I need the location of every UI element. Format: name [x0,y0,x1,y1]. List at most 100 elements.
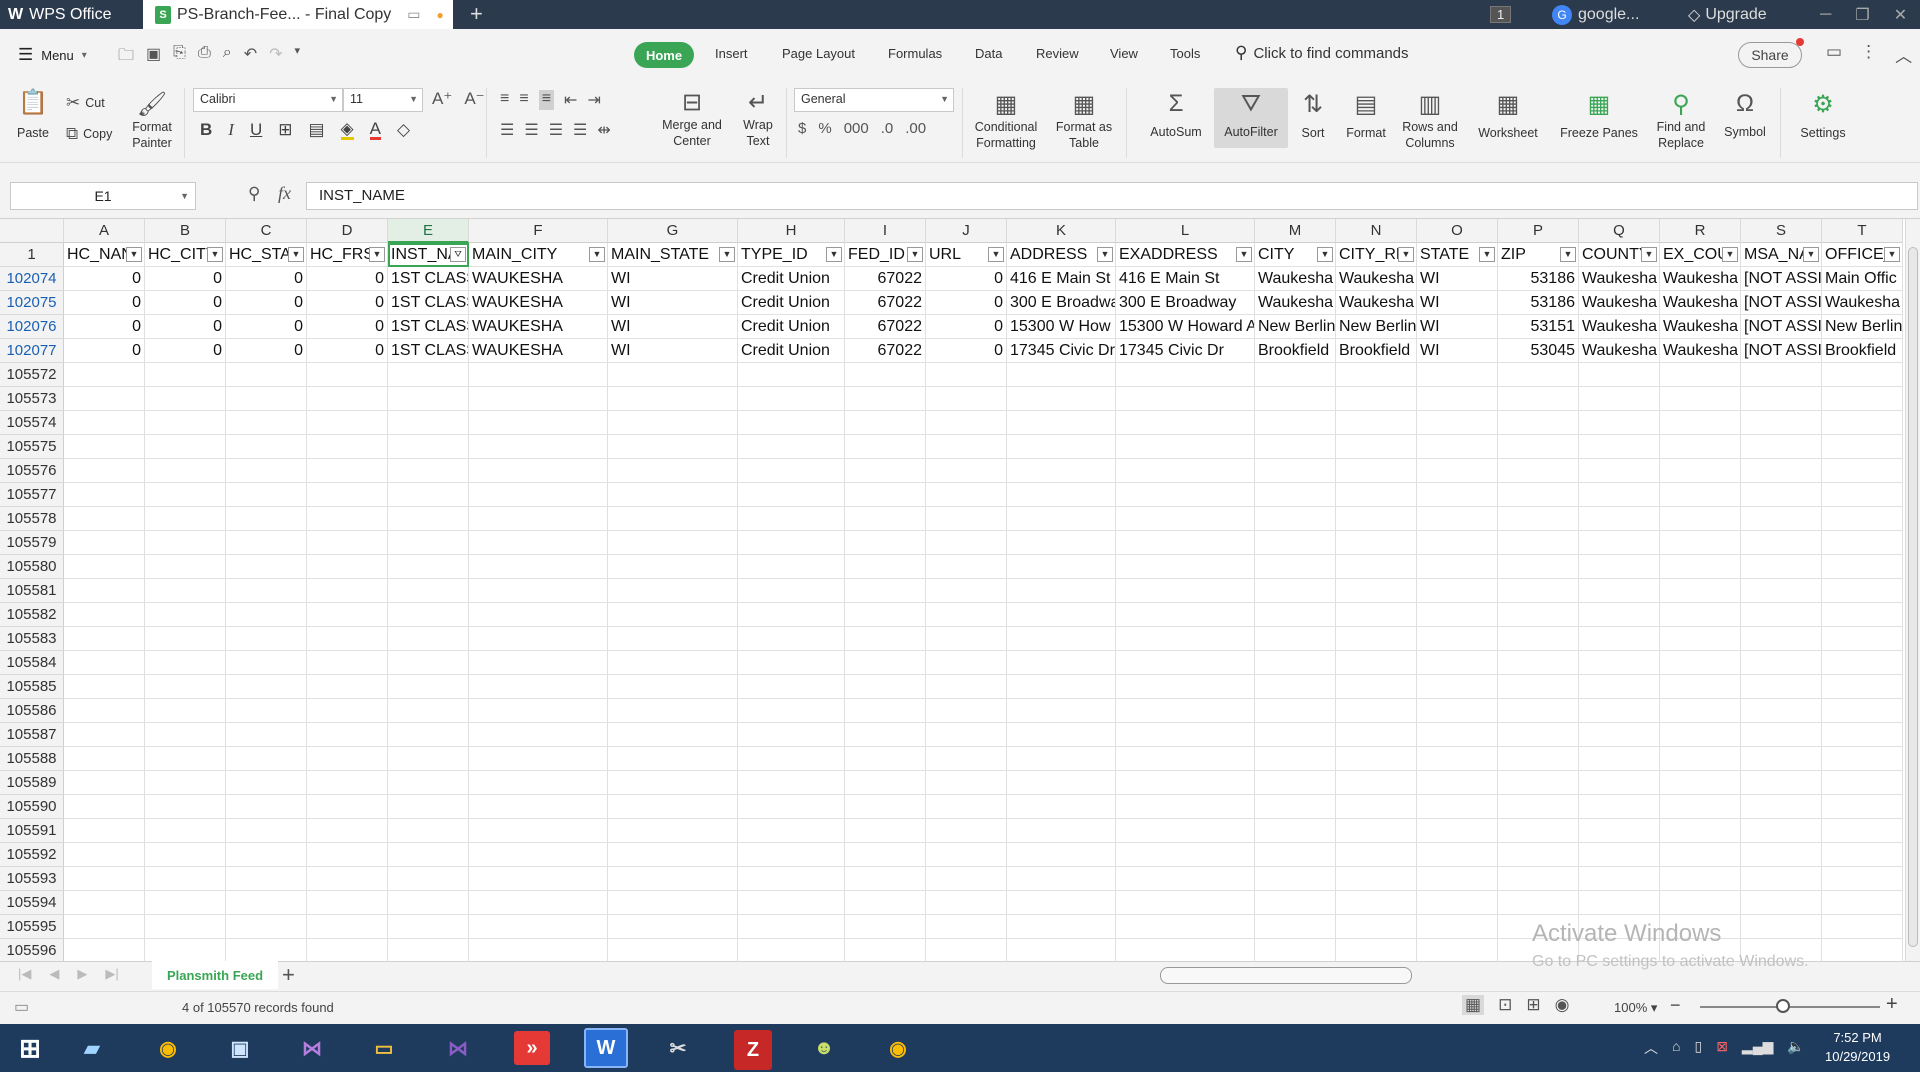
table-cell[interactable]: 0 [145,339,226,363]
header-cell[interactable]: EXADDRESS ▼ [1116,243,1255,267]
empty-row[interactable] [64,747,1903,771]
table-cell[interactable]: Waukesha [1660,315,1741,339]
empty-row[interactable] [64,579,1903,603]
empty-row[interactable] [64,531,1903,555]
table-cell[interactable]: 15300 W Howard A [1116,315,1255,339]
align-right-icon[interactable]: ☰ [549,120,563,140]
header-cell[interactable]: HC_FRS ▼ [307,243,388,267]
empty-row[interactable] [64,867,1903,891]
row-header[interactable]: 105580 [0,555,64,579]
table-cell[interactable]: 0 [926,291,1007,315]
account-button[interactable]: G google... [1552,0,1639,29]
print-preview-icon[interactable]: ⌕ [223,44,232,71]
document-tab[interactable]: S PS-Branch-Fee... - Final Copy ▭ ● [143,0,453,29]
table-cell[interactable]: Waukesha [1336,267,1417,291]
name-box[interactable]: E1 ▼ [10,182,196,210]
row-header[interactable]: 105574 [0,411,64,435]
merge-center-button[interactable]: ⊟ Merge and Center [656,88,728,149]
align-middle-icon[interactable]: ≡ [519,90,528,110]
spreadsheet-grid[interactable]: A B C D E F G H I J K L M N O P Q R S T 1 HC_NAN ▼ HC_CITY ▼ HC_S… [0,219,1905,961]
empty-row[interactable] [64,363,1903,387]
network-drive-icon[interactable]: ⌂ [1672,1038,1680,1058]
table-cell[interactable]: WI [608,267,738,291]
row-header[interactable]: 105584 [0,651,64,675]
vertical-scroll-thumb[interactable] [1908,247,1918,947]
row-header[interactable]: 102077 [0,339,64,363]
decrease-decimal-icon[interactable]: .00 [905,120,926,137]
align-bottom-icon[interactable]: ≡ [538,90,555,110]
clear-icon[interactable]: ◇ [397,120,410,140]
filter-dropdown-icon[interactable]: ▼ [207,247,223,262]
number-format-select[interactable]: General ▼ [794,88,954,112]
wps-writer-icon[interactable]: W [584,1028,628,1068]
redo-icon[interactable]: ↷ [269,44,282,71]
table-cell[interactable]: New Berlin [1822,315,1903,339]
table-cell[interactable]: 0 [64,315,145,339]
cell-fill-icon[interactable]: ▤ [308,120,324,140]
bold-icon[interactable]: B [200,120,212,140]
table-cell[interactable]: Brookfield [1255,339,1336,363]
table-cell[interactable]: 0 [226,291,307,315]
zoom-out-button[interactable]: − [1670,995,1681,1016]
header-cell[interactable]: HC_NAN ▼ [64,243,145,267]
empty-row[interactable] [64,483,1903,507]
first-sheet-icon[interactable]: |◀ [18,966,31,982]
settings-button[interactable]: ⚙ Settings [1790,90,1856,141]
table-cell[interactable]: WAUKESHA [469,291,608,315]
row-header[interactable]: 102074 [0,267,64,291]
percent-icon[interactable]: % [818,120,831,137]
remote-desktop-icon[interactable]: ▣ [218,1028,262,1068]
zoom-slider[interactable] [1700,1006,1880,1008]
next-sheet-icon[interactable]: ▶ [77,966,87,982]
table-cell[interactable]: 17345 Civic Dr [1007,339,1116,363]
table-cell[interactable]: 15300 W How [1007,315,1116,339]
file-explorer-icon[interactable]: ▭ [362,1028,406,1068]
table-cell[interactable]: 53151 [1498,315,1579,339]
header-cell[interactable]: HC_CITY ▼ [145,243,226,267]
table-cell[interactable]: Waukesha [1579,315,1660,339]
header-cell[interactable]: STATE ▼ [1417,243,1498,267]
align-left-icon[interactable]: ☰ [500,120,514,140]
table-cell[interactable]: 67022 [845,267,926,291]
filter-dropdown-icon[interactable]: ▼ [1398,247,1414,262]
symbol-button[interactable]: Ω Symbol [1716,90,1774,140]
header-cell[interactable]: FED_ID ▼ [845,243,926,267]
underline-icon[interactable]: U [250,120,262,140]
row-header[interactable]: 1 [0,243,64,267]
paste-button[interactable]: 📋 Paste [10,88,56,141]
table-cell[interactable]: 0 [145,267,226,291]
column-header-e[interactable]: E [388,219,469,243]
row-header[interactable]: 105596 [0,939,64,961]
table-cell[interactable]: 1ST CLASS [388,291,469,315]
empty-row[interactable] [64,723,1903,747]
table-cell[interactable]: Waukesha [1579,339,1660,363]
empty-row[interactable] [64,603,1903,627]
table-cell[interactable]: 416 E Main St [1116,267,1255,291]
command-search[interactable]: ⚲ Click to find commands [1235,43,1409,63]
empty-row[interactable] [64,795,1903,819]
chrome-icon[interactable]: ◉ [146,1028,190,1068]
zoom-slider-thumb[interactable] [1776,999,1790,1013]
header-cell[interactable]: TYPE_ID ▼ [738,243,845,267]
row-header[interactable]: 105576 [0,459,64,483]
borders-icon[interactable]: ⊞ [278,120,292,140]
row-header[interactable]: 105578 [0,507,64,531]
empty-row[interactable] [64,699,1903,723]
undo-icon[interactable]: ↶ [244,44,257,71]
table-cell[interactable]: 53186 [1498,267,1579,291]
table-cell[interactable]: 0 [145,315,226,339]
row-header[interactable]: 105590 [0,795,64,819]
empty-row[interactable] [64,891,1903,915]
tab-count-badge[interactable]: 1 [1490,0,1512,29]
cut-button[interactable]: ✂ Cut [66,93,105,113]
vertical-scrollbar[interactable] [1905,219,1920,961]
header-cell[interactable]: MAIN_CITY ▼ [469,243,608,267]
row-header[interactable]: 105575 [0,435,64,459]
find-replace-button[interactable]: ⚲ Find and Replace [1648,90,1714,151]
windows-start-icon[interactable]: ⊞ [8,1028,52,1068]
save-icon[interactable]: ▣ [146,44,161,71]
align-top-icon[interactable]: ≡ [500,90,509,110]
filter-dropdown-icon[interactable]: ▼ [1884,247,1900,262]
empty-row[interactable] [64,459,1903,483]
table-cell[interactable]: Brookfield [1822,339,1903,363]
